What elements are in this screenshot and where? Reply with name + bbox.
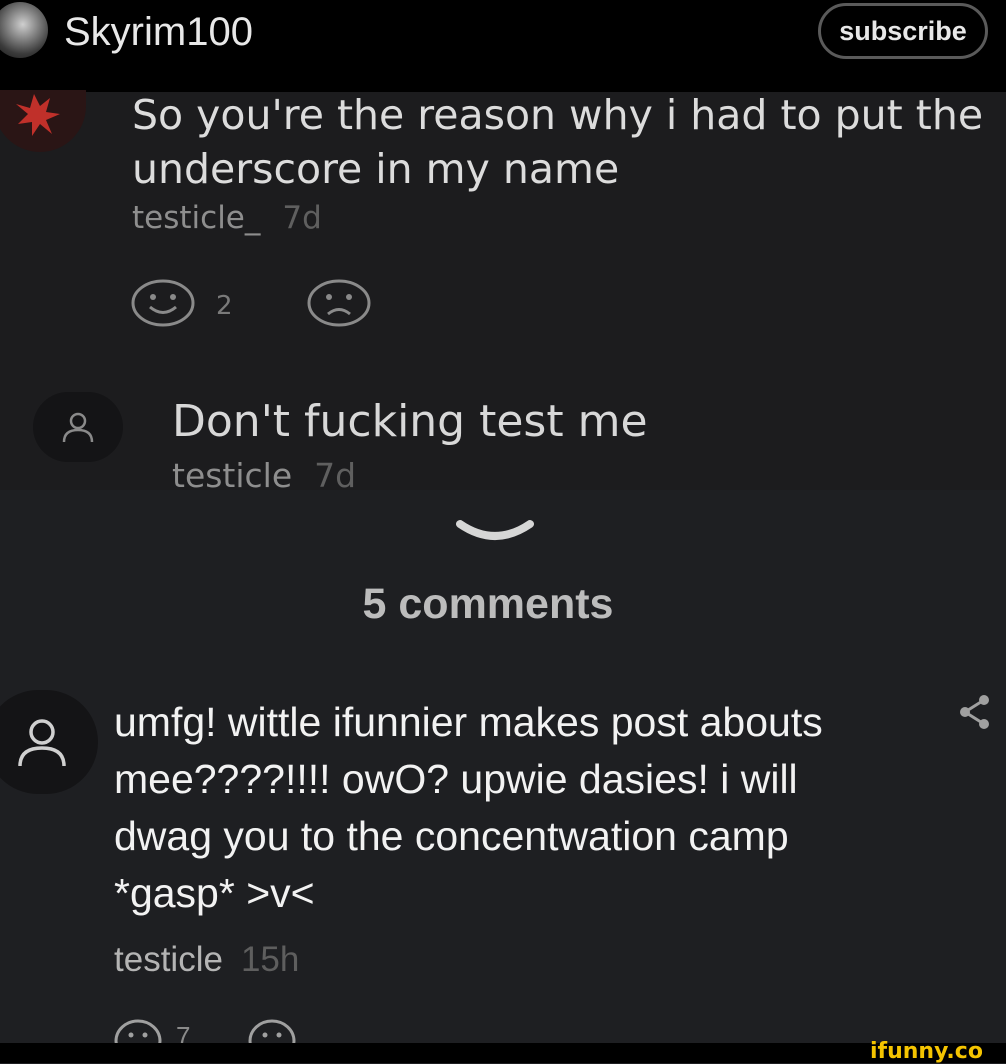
comment-avatar[interactable] [33, 392, 123, 462]
comment-time: 7d [314, 456, 357, 490]
comment-username[interactable]: testicle_ [132, 200, 260, 236]
footer-bar [0, 1043, 1006, 1063]
comment-meta: testicle 7d [172, 456, 356, 490]
channel-avatar[interactable] [0, 2, 48, 58]
comment-username[interactable]: testicle [114, 940, 223, 979]
user-icon [18, 719, 66, 767]
smile-icon[interactable] [130, 278, 196, 333]
top-screenshot: Skyrim100 subscribe So you're the reason… [0, 0, 1006, 490]
comment-meta: testicle_ 7d [132, 200, 322, 236]
channel-header: Skyrim100 subscribe [0, 0, 1006, 92]
comment-avatar[interactable] [0, 690, 98, 794]
chevron-down-icon[interactable] [456, 518, 534, 553]
user-icon [62, 412, 94, 443]
comment-meta: testicle 15h [114, 940, 299, 980]
share-icon[interactable] [958, 694, 992, 735]
comment-text: umfg! wittle ifunnier makes post abouts … [114, 699, 823, 916]
comment-username[interactable]: testicle [172, 456, 292, 490]
ifunny-watermark: ifunny.co [870, 1039, 983, 1064]
comment-avatar[interactable] [0, 90, 86, 152]
comment-time: 7d [282, 200, 322, 236]
comment-time: 15h [240, 940, 300, 979]
comment-text: Don't fucking test me [172, 396, 648, 447]
frown-icon[interactable] [306, 278, 372, 333]
reaction-row: 2 [130, 278, 372, 333]
channel-name[interactable]: Skyrim100 [64, 10, 253, 55]
like-count: 2 [216, 290, 233, 321]
comment-text: So you're the reason why i had to put th… [132, 91, 984, 193]
subscribe-button[interactable]: subscribe [818, 3, 988, 59]
comments-count: 5 comments [362, 580, 614, 628]
